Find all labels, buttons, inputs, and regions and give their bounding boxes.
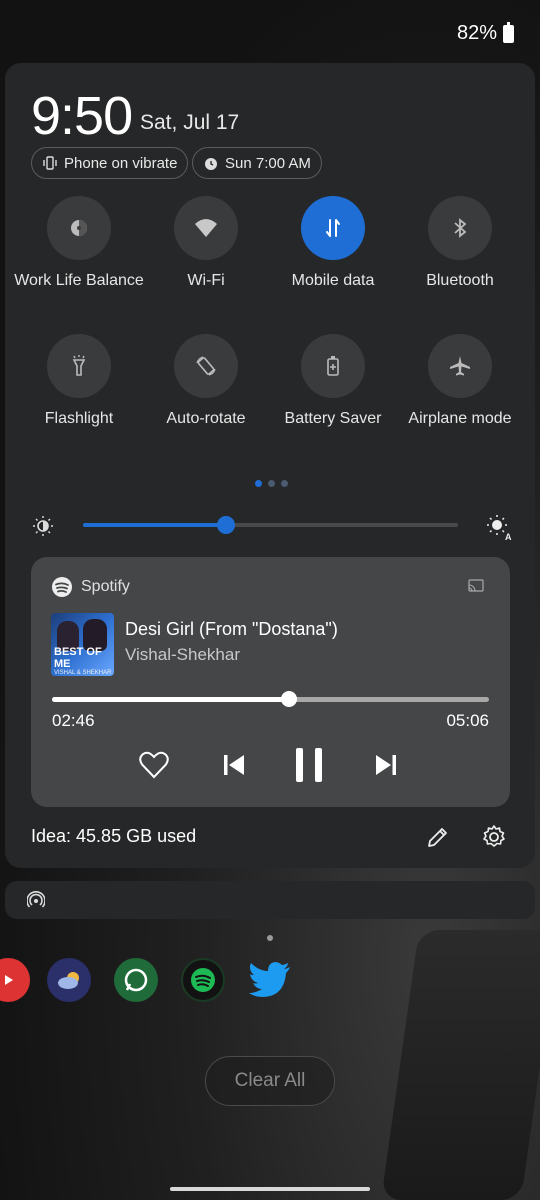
brightness-low-icon — [33, 516, 53, 536]
spotify-icon — [52, 577, 72, 597]
album-art-subtext: VISHAL & SHEKHAR — [54, 670, 112, 676]
tile-label: Auto-rotate — [166, 410, 246, 427]
flashlight-icon — [72, 355, 86, 376]
wifi-button[interactable] — [174, 196, 238, 260]
tile-bluetooth[interactable]: Bluetooth — [395, 196, 525, 292]
twitter-icon[interactable] — [248, 958, 292, 1002]
battery-icon — [503, 21, 514, 43]
spotify-icon[interactable] — [181, 958, 225, 1002]
heart-icon — [139, 751, 169, 779]
tile-label: Airplane mode — [408, 410, 512, 427]
skip-previous-icon — [224, 755, 244, 775]
pause-icon — [296, 748, 322, 782]
battery-percent: 82% — [456, 22, 497, 44]
status-bar: 82% — [456, 21, 514, 45]
cast-icon[interactable] — [468, 579, 484, 593]
bluetooth-button[interactable] — [428, 196, 492, 260]
airplane-mode-button[interactable] — [428, 334, 492, 398]
total-duration: 05:06 — [446, 711, 489, 730]
auto-brightness-icon[interactable]: A — [485, 513, 513, 541]
mobile-data-button[interactable] — [301, 196, 365, 260]
tile-mobile-data[interactable]: Mobile data — [268, 196, 398, 292]
brightness-fill — [83, 523, 226, 527]
brightness-thumb[interactable] — [216, 516, 235, 534]
clear-all-button[interactable]: Clear All — [205, 1056, 335, 1106]
media-app: Spotify — [51, 576, 130, 598]
alarm-label: Sun 7:00 AM — [225, 154, 311, 172]
edit-icon[interactable] — [426, 825, 450, 849]
album-art: BEST OF ME VISHAL & SHEKHAR — [51, 613, 114, 676]
next-button[interactable] — [369, 745, 403, 785]
mobile-data-icon — [326, 219, 340, 237]
wifi-icon — [195, 219, 217, 237]
track-title: Desi Girl (From "Dostana") — [125, 619, 338, 639]
page-dot-1[interactable] — [255, 480, 262, 487]
auto-rotate-icon — [196, 356, 216, 376]
notification-strip[interactable] — [5, 881, 535, 919]
data-usage-label[interactable]: Idea: 45.85 GB used — [31, 826, 196, 847]
vibrate-chip[interactable]: Phone on vibrate — [31, 147, 189, 179]
battery-saver-button[interactable] — [301, 334, 365, 398]
vibrate-icon — [43, 156, 57, 170]
page-dots — [255, 480, 288, 487]
work-life-balance-button[interactable] — [47, 196, 111, 260]
tile-wifi[interactable]: Wi-Fi — [141, 196, 271, 292]
like-button[interactable] — [137, 745, 171, 785]
pause-button[interactable] — [289, 745, 329, 785]
track-artist: Vishal-Shekhar — [125, 645, 240, 664]
previous-button[interactable] — [217, 745, 251, 785]
wallpaper-shape — [381, 930, 540, 1200]
tile-label: Bluetooth — [426, 272, 494, 289]
page-dot-2[interactable] — [268, 480, 275, 487]
svg-text:A: A — [505, 532, 512, 541]
tile-label: Flashlight — [44, 410, 114, 427]
media-seek-bar[interactable] — [52, 691, 489, 707]
clock[interactable]: 9:50 — [31, 85, 133, 147]
quick-settings-panel: 9:50 Sat, Jul 17 Phone on vibrate Sun 7:… — [5, 63, 535, 868]
album-art-text: BEST OF ME — [54, 646, 102, 670]
weather-icon[interactable] — [47, 958, 91, 1002]
tile-flashlight[interactable]: Flashlight — [14, 334, 144, 430]
tile-label: Mobile data — [291, 272, 375, 289]
skip-next-icon — [376, 755, 396, 775]
tile-label: Battery Saver — [284, 410, 382, 427]
tile-auto-rotate[interactable]: Auto-rotate — [141, 334, 271, 430]
work-life-balance-icon — [71, 220, 87, 236]
media-app-name: Spotify — [81, 578, 130, 595]
auto-rotate-button[interactable] — [174, 334, 238, 398]
hotspot-icon — [27, 891, 45, 908]
media-progress-fill — [52, 697, 289, 702]
flashlight-button[interactable] — [47, 334, 111, 398]
media-player-card[interactable]: Spotify BEST OF ME VISHAL & SHEKHAR Desi… — [31, 557, 510, 807]
tile-work-life-balance[interactable]: Work Life Balance — [14, 196, 144, 292]
settings-icon[interactable] — [481, 824, 507, 850]
brightness-slider[interactable] — [83, 516, 458, 534]
navigation-handle[interactable] — [170, 1187, 370, 1191]
media-seek-thumb[interactable] — [280, 691, 297, 707]
page-dot-3[interactable] — [281, 480, 288, 487]
bluetooth-icon — [454, 218, 467, 238]
alarm-chip[interactable]: Sun 7:00 AM — [192, 147, 322, 179]
tile-airplane-mode[interactable]: Airplane mode — [395, 334, 525, 430]
alarm-icon — [205, 158, 217, 170]
elapsed-time: 02:46 — [52, 711, 95, 730]
tile-battery-saver[interactable]: Battery Saver — [268, 334, 398, 430]
tile-label: Wi-Fi — [187, 272, 225, 289]
battery-saver-icon — [327, 356, 339, 376]
whatsapp-icon[interactable] — [114, 958, 158, 1002]
date[interactable]: Sat, Jul 17 — [140, 111, 239, 135]
page-indicator — [267, 935, 273, 941]
tile-label: Work Life Balance — [14, 272, 144, 289]
vibrate-label: Phone on vibrate — [64, 154, 178, 172]
airplane-icon — [450, 356, 470, 376]
